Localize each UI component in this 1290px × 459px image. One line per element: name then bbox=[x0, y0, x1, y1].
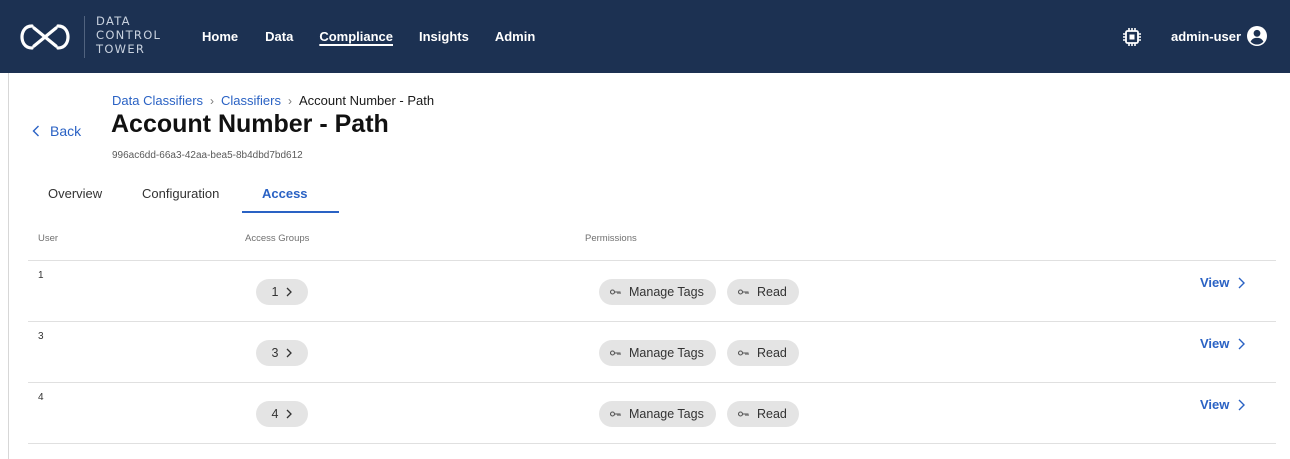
tab-configuration[interactable]: Configuration bbox=[142, 186, 219, 201]
brand-line-1: DATA bbox=[96, 14, 131, 28]
nav-data[interactable]: Data bbox=[265, 29, 293, 44]
permission-label: Read bbox=[757, 285, 787, 299]
back-label: Back bbox=[50, 123, 82, 139]
row-user: 1 bbox=[38, 270, 44, 281]
access-group-button[interactable]: 4 bbox=[256, 401, 308, 427]
permission-label: Read bbox=[757, 407, 787, 421]
permission-chip-manage-tags: Manage Tags bbox=[599, 340, 716, 366]
permission-label: Manage Tags bbox=[629, 407, 704, 421]
permission-chip-read: Read bbox=[727, 340, 799, 366]
access-group-count: 4 bbox=[271, 407, 279, 421]
chevron-right-icon bbox=[287, 287, 293, 297]
permission-chip-read: Read bbox=[727, 401, 799, 427]
view-button[interactable]: View bbox=[1200, 397, 1246, 412]
view-label: View bbox=[1200, 397, 1230, 412]
access-group-button[interactable]: 1 bbox=[256, 279, 308, 305]
row-divider bbox=[28, 321, 1276, 322]
page-title: Account Number - Path bbox=[111, 110, 389, 138]
user-name[interactable]: admin-user bbox=[1171, 29, 1241, 44]
nav-admin[interactable]: Admin bbox=[495, 29, 535, 44]
column-header-permissions: Permissions bbox=[585, 233, 637, 244]
tab-access[interactable]: Access bbox=[262, 186, 308, 201]
infinity-logo-icon[interactable] bbox=[20, 22, 70, 52]
key-icon bbox=[738, 289, 749, 295]
chevron-right-icon bbox=[1238, 277, 1246, 288]
key-icon bbox=[738, 411, 749, 417]
classifier-id: 996ac6dd-66a3-42aa-bea5-8b4dbd7bd612 bbox=[112, 150, 303, 161]
row-divider bbox=[28, 443, 1276, 444]
row-user: 4 bbox=[38, 392, 44, 403]
row-divider bbox=[28, 260, 1276, 261]
key-icon bbox=[610, 350, 621, 356]
main-nav: Home Data Compliance Insights Admin bbox=[202, 0, 561, 73]
breadcrumb: Data Classifiers › Classifiers › Account… bbox=[112, 93, 434, 108]
column-header-access-groups: Access Groups bbox=[245, 233, 310, 244]
access-group-button[interactable]: 3 bbox=[256, 340, 308, 366]
top-navigation-bar: DATA CONTROL TOWER Home Data Compliance … bbox=[0, 0, 1290, 73]
breadcrumb-separator: › bbox=[288, 93, 292, 108]
back-button[interactable]: Back bbox=[32, 123, 81, 139]
chevron-right-icon bbox=[287, 348, 293, 358]
brand-line-2: CONTROL bbox=[96, 28, 162, 42]
access-group-count: 1 bbox=[271, 285, 279, 299]
content-left-border bbox=[8, 73, 9, 459]
brand-line-3: TOWER bbox=[96, 42, 146, 56]
account-circle-icon[interactable] bbox=[1246, 25, 1268, 47]
nav-insights[interactable]: Insights bbox=[419, 29, 469, 44]
nav-home[interactable]: Home bbox=[202, 29, 238, 44]
brand-name: DATA CONTROL TOWER bbox=[96, 14, 161, 56]
column-header-user: User bbox=[38, 233, 59, 244]
permission-label: Manage Tags bbox=[629, 346, 704, 360]
key-icon bbox=[610, 411, 621, 417]
view-button[interactable]: View bbox=[1200, 336, 1246, 351]
row-user: 3 bbox=[38, 331, 44, 342]
chevron-right-icon bbox=[1238, 399, 1246, 410]
permission-label: Read bbox=[757, 346, 787, 360]
breadcrumb-data-classifiers[interactable]: Data Classifiers bbox=[112, 93, 203, 108]
chevron-left-icon bbox=[32, 125, 39, 137]
chevron-right-icon bbox=[287, 409, 293, 419]
tab-overview[interactable]: Overview bbox=[48, 186, 102, 201]
nav-compliance[interactable]: Compliance bbox=[319, 29, 393, 44]
active-tab-indicator bbox=[242, 211, 339, 213]
permission-label: Manage Tags bbox=[629, 285, 704, 299]
permission-chip-read: Read bbox=[727, 279, 799, 305]
view-label: View bbox=[1200, 336, 1230, 351]
logo-divider bbox=[84, 16, 85, 58]
chip-icon[interactable] bbox=[1122, 27, 1142, 47]
chevron-right-icon bbox=[1238, 338, 1246, 349]
breadcrumb-separator: › bbox=[210, 93, 215, 108]
row-divider bbox=[28, 382, 1276, 383]
access-group-count: 3 bbox=[271, 346, 279, 360]
permission-chip-manage-tags: Manage Tags bbox=[599, 401, 716, 427]
breadcrumb-current: Account Number - Path bbox=[299, 93, 435, 108]
view-label: View bbox=[1200, 275, 1230, 290]
breadcrumb-classifiers[interactable]: Classifiers bbox=[221, 93, 281, 108]
view-button[interactable]: View bbox=[1200, 275, 1246, 290]
key-icon bbox=[610, 289, 621, 295]
key-icon bbox=[738, 350, 749, 356]
permission-chip-manage-tags: Manage Tags bbox=[599, 279, 716, 305]
